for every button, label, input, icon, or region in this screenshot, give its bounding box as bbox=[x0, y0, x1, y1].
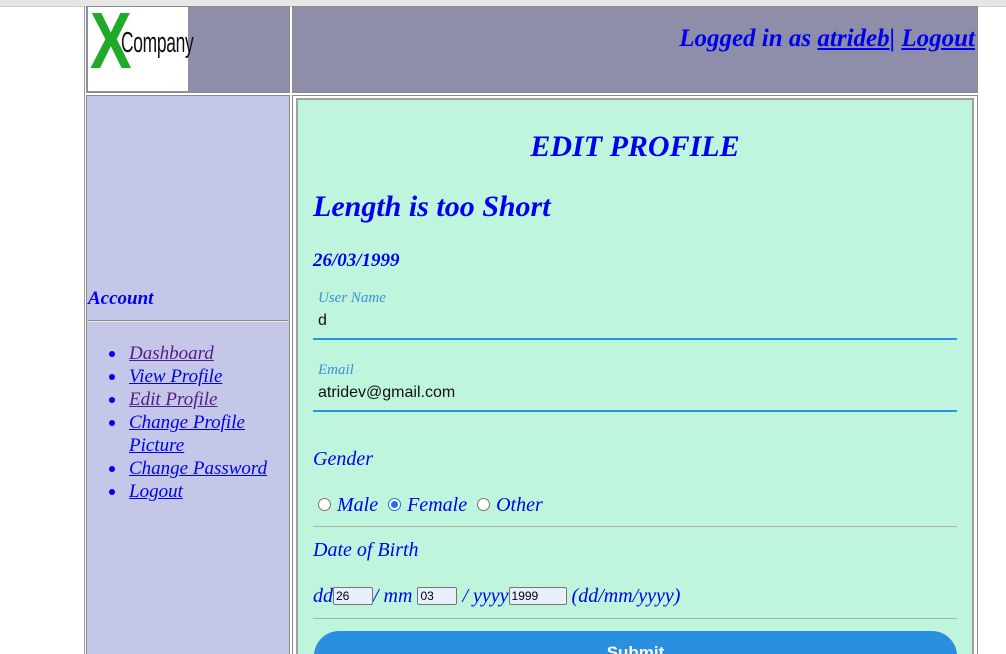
gender-label: Gender bbox=[313, 448, 373, 470]
dob-format-hint: (dd/mm/yyyy) bbox=[566, 585, 681, 607]
sidebar-link-change-picture[interactable]: Change Profile Picture bbox=[129, 412, 245, 456]
email-field: Email bbox=[313, 362, 957, 412]
separator: | bbox=[889, 25, 902, 52]
logo-cell: X Company bbox=[86, 1, 290, 93]
email-label: Email bbox=[318, 362, 354, 378]
login-status: Logged in as atrideb| Logout bbox=[679, 25, 975, 53]
divider bbox=[313, 618, 957, 619]
submit-button[interactable]: Submit bbox=[314, 631, 957, 654]
username-label: User Name bbox=[318, 290, 386, 306]
dob-label: Date of Birth bbox=[313, 539, 419, 561]
error-message: Length is too Short bbox=[313, 190, 551, 223]
gender-options: Male Female Other bbox=[313, 494, 543, 517]
dd-label: dd bbox=[313, 585, 333, 607]
gender-other-radio[interactable] bbox=[477, 497, 491, 511]
bullet-icon bbox=[109, 420, 115, 426]
bullet-icon bbox=[109, 489, 115, 495]
mm-input[interactable] bbox=[417, 587, 458, 606]
logo-text: Company bbox=[121, 27, 194, 59]
sidebar-menu: Dashboard View Profile Edit Profile Chan… bbox=[109, 342, 279, 503]
sidebar-link-view-profile[interactable]: View Profile bbox=[129, 366, 222, 387]
gender-male-label: Male bbox=[337, 494, 379, 516]
dob-display: 26/03/1999 bbox=[313, 250, 400, 271]
sidebar-divider bbox=[88, 320, 288, 322]
sidebar-link-edit-profile[interactable]: Edit Profile bbox=[129, 389, 217, 410]
username-input[interactable] bbox=[313, 310, 918, 332]
bullet-icon bbox=[109, 397, 115, 403]
bullet-icon bbox=[109, 351, 115, 357]
bullet-icon bbox=[109, 466, 115, 472]
sidebar: Account Dashboard View Profile Edit Prof… bbox=[86, 95, 290, 654]
email-input[interactable] bbox=[313, 382, 918, 404]
edit-profile-form: EDIT PROFILE Length is too Short 26/03/1… bbox=[296, 98, 974, 654]
gender-other-label: Other bbox=[496, 494, 543, 516]
header-logout-link[interactable]: Logout bbox=[901, 25, 975, 52]
yyyy-label: / yyyy bbox=[457, 585, 509, 607]
sidebar-link-dashboard[interactable]: Dashboard bbox=[129, 343, 214, 364]
sidebar-item-dashboard: Dashboard bbox=[109, 342, 279, 365]
mm-label: / mm bbox=[373, 585, 413, 607]
sidebar-section-title: Account bbox=[88, 288, 154, 309]
header: Logged in as atrideb| Logout bbox=[292, 6, 978, 93]
sidebar-item-change-password: Change Password bbox=[109, 457, 279, 480]
username-link[interactable]: atrideb bbox=[817, 25, 889, 52]
username-field: User Name bbox=[313, 290, 957, 340]
sidebar-item-edit-profile: Edit Profile bbox=[109, 388, 279, 411]
sidebar-item-view-profile: View Profile bbox=[109, 365, 279, 388]
gender-female-radio[interactable] bbox=[388, 497, 402, 511]
divider bbox=[313, 526, 957, 527]
gender-male-radio[interactable] bbox=[318, 497, 331, 511]
gender-female-label: Female bbox=[407, 494, 468, 516]
logged-in-prefix: Logged in as bbox=[679, 25, 818, 52]
bullet-icon bbox=[109, 374, 115, 380]
sidebar-link-change-password[interactable]: Change Password bbox=[129, 458, 267, 479]
sidebar-link-logout[interactable]: Logout bbox=[129, 481, 183, 502]
sidebar-item-logout: Logout bbox=[109, 480, 279, 503]
dob-inputs: dd / mm / yyyy (dd/mm/yyyy) bbox=[313, 585, 680, 608]
yyyy-input[interactable] bbox=[508, 587, 567, 606]
sidebar-item-change-picture: Change Profile Picture bbox=[109, 411, 279, 457]
company-logo: X Company bbox=[88, 1, 194, 91]
page-title: EDIT PROFILE bbox=[530, 130, 740, 163]
dd-input[interactable] bbox=[333, 587, 373, 606]
